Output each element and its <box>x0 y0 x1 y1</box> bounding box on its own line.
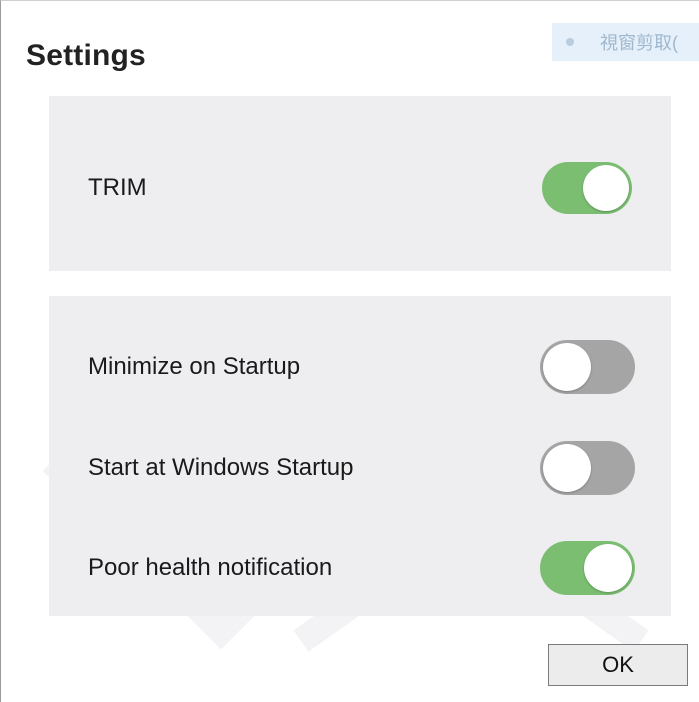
minimize-on-startup-toggle[interactable] <box>540 340 635 394</box>
snip-badge[interactable]: 視窗剪取( <box>552 23 699 61</box>
trim-panel: TRIM <box>49 96 671 271</box>
poor-health-notification-label: Poor health notification <box>88 554 333 581</box>
start-at-windows-startup-label: Start at Windows Startup <box>88 454 354 481</box>
settings-window: Settings 視窗剪取( TRIM Minimize on Startup … <box>0 0 699 702</box>
snip-badge-label: 視窗剪取( <box>600 33 678 53</box>
minimize-on-startup-label: Minimize on Startup <box>88 353 301 380</box>
setting-row-poor-health-notification: Poor health notification <box>49 538 671 598</box>
toggle-knob <box>543 444 591 492</box>
start-at-windows-startup-toggle[interactable] <box>540 441 635 495</box>
toggle-knob <box>543 343 591 391</box>
setting-row-start-at-windows-startup: Start at Windows Startup <box>49 438 671 498</box>
poor-health-notification-toggle[interactable] <box>540 541 635 595</box>
record-dot-icon <box>566 38 574 46</box>
toggle-knob <box>583 165 629 211</box>
trim-toggle[interactable] <box>542 162 632 214</box>
trim-label: TRIM <box>88 174 147 201</box>
ok-button[interactable]: OK <box>548 644 688 686</box>
page-title: Settings <box>26 39 146 72</box>
toggle-knob <box>584 544 632 592</box>
setting-row-trim: TRIM <box>49 158 671 218</box>
startup-panel: Minimize on Startup Start at Windows Sta… <box>49 296 671 616</box>
setting-row-minimize-on-startup: Minimize on Startup <box>49 337 671 397</box>
